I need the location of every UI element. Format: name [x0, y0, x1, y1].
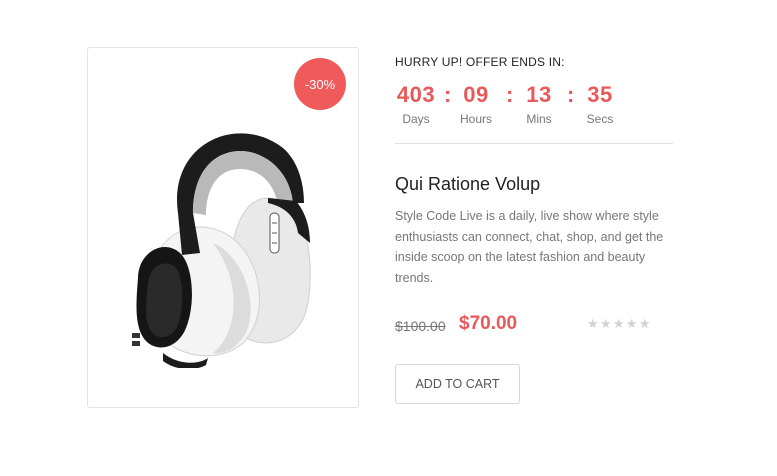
countdown-hours-value: 09: [463, 82, 489, 107]
countdown-secs: 35 Secs: [585, 82, 615, 126]
new-price: $70.00: [459, 313, 518, 334]
star-icon: ★: [638, 316, 651, 331]
product-description: Style Code Live is a daily, live show wh…: [395, 209, 664, 285]
add-to-cart-button[interactable]: ADD TO CART: [395, 364, 520, 404]
countdown-mins-value: 13: [526, 82, 552, 107]
countdown-days: 403 Days: [395, 82, 437, 126]
countdown-label: HURRY UP! OFFER ENDS IN:: [395, 55, 565, 69]
star-icon: ★: [599, 316, 612, 331]
countdown-secs-label: Secs: [586, 112, 614, 126]
countdown-separator: :: [567, 82, 575, 107]
countdown-mins-label: Mins: [526, 112, 552, 126]
countdown-timer: 403 Days : 09 Hours : 13 Mins : 35 Secs: [395, 82, 675, 132]
headphones-icon[interactable]: [118, 103, 318, 368]
star-icon: ★: [612, 316, 625, 331]
divider: [395, 143, 673, 144]
old-price: $100.00: [395, 318, 446, 334]
countdown-separator: :: [444, 82, 452, 107]
star-icon: ★: [586, 316, 599, 331]
countdown-hours-label: Hours: [459, 112, 492, 126]
product-title[interactable]: Qui Ratione Volup: [395, 174, 540, 195]
countdown-days-label: Days: [402, 112, 430, 126]
countdown-days-value: 403: [396, 82, 436, 107]
countdown-secs-value: 35: [587, 82, 613, 107]
countdown-hours: 09 Hours: [459, 82, 493, 126]
star-icon: ★: [625, 316, 638, 331]
star-rating: ★ ★ ★ ★ ★: [586, 316, 651, 332]
product-image-card: -30%: [87, 47, 359, 408]
countdown-separator: :: [506, 82, 514, 107]
countdown-mins: 13 Mins: [524, 82, 554, 126]
